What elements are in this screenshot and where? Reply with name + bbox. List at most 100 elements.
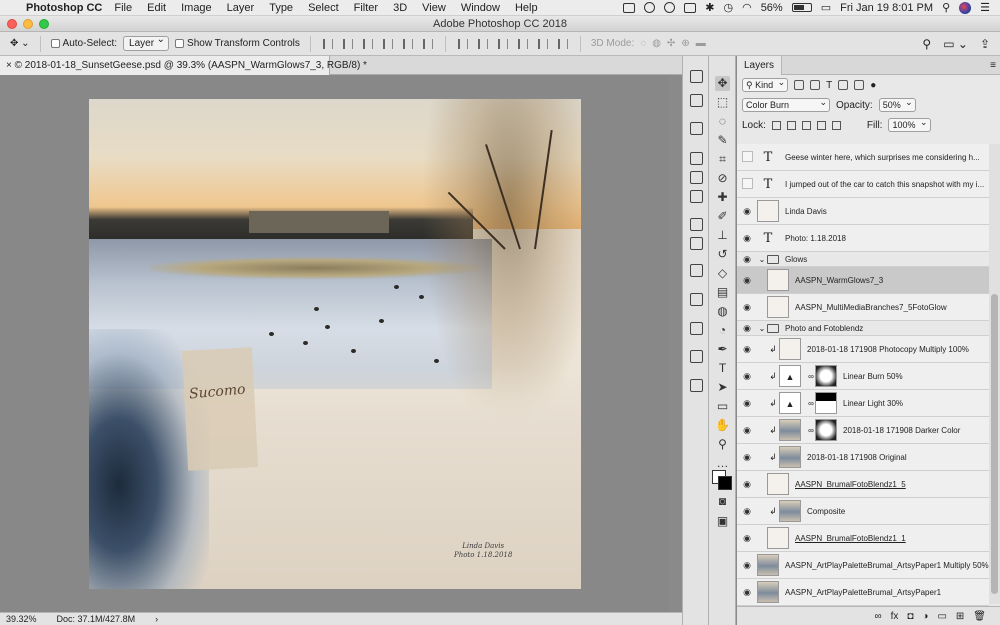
brushes-panel-icon[interactable]	[690, 237, 703, 250]
brush-settings-icon[interactable]	[690, 218, 703, 231]
hand-tool-icon[interactable]: ✋	[715, 418, 730, 433]
quick-select-tool-icon[interactable]: ✎	[715, 133, 730, 148]
menu-app-name[interactable]: Photoshop CC	[26, 2, 102, 14]
eye-icon[interactable]: ◉	[737, 233, 757, 244]
doc-size[interactable]: Doc: 37.1M/427.8M	[57, 613, 136, 625]
menu-image[interactable]: Image	[181, 2, 212, 14]
layer-row[interactable]: ◉ AASPN_ArtPlayPaletteBrumal_ArtsyPaper1…	[737, 552, 989, 579]
eraser-tool-icon[interactable]: ◇	[715, 266, 730, 281]
new-layer-icon[interactable]: ⊞	[956, 611, 964, 622]
add-mask-icon[interactable]: ◘	[907, 611, 913, 622]
eye-icon[interactable]: ◉	[737, 323, 757, 334]
background-color-swatch[interactable]	[718, 476, 732, 490]
document-tab[interactable]: × © 2018-01-18_SunsetGeese.psd @ 39.3% (…	[0, 56, 367, 75]
link-layers-icon[interactable]: ∞	[874, 611, 881, 622]
chevron-down-icon[interactable]: ⌄	[757, 255, 767, 264]
layer-row[interactable]: ◉ T Photo: 1.18.2018	[737, 225, 989, 252]
distribute-hcenter-icon[interactable]	[537, 38, 548, 49]
zoom-level[interactable]: 39.32%	[6, 613, 37, 625]
distribute-bottom-icon[interactable]	[497, 38, 508, 49]
menu-view[interactable]: View	[422, 2, 446, 14]
move-tool-icon[interactable]: ✥	[715, 76, 730, 91]
visibility-toggle[interactable]	[737, 151, 757, 164]
menu-window[interactable]: Window	[461, 2, 500, 14]
gradient-tool-icon[interactable]: ▤	[715, 285, 730, 300]
lasso-tool-icon[interactable]: ◌	[715, 114, 730, 129]
layer-row[interactable]: ◉ AASPN_BrumalFotoBlendz1_5	[737, 471, 989, 498]
layer-row[interactable]: T Geese winter here, which surprises me …	[737, 144, 989, 171]
new-adjustment-icon[interactable]: ◑	[922, 611, 928, 622]
layers-tab[interactable]: Layers	[737, 56, 783, 75]
fx-icon[interactable]: fx	[891, 611, 899, 622]
align-right-icon[interactable]	[422, 38, 433, 49]
minimize-window-button[interactable]	[23, 19, 33, 29]
display-icon[interactable]	[623, 2, 636, 13]
panel-menu-icon[interactable]: ≡	[990, 56, 996, 75]
blur-tool-icon[interactable]: ◍	[715, 304, 730, 319]
close-tab-icon[interactable]: ×	[6, 60, 12, 71]
menu-filter[interactable]: Filter	[354, 2, 378, 14]
filter-kind-dropdown[interactable]: ⚲ Kind	[742, 76, 789, 92]
battery-icon[interactable]	[791, 3, 812, 12]
share-icon[interactable]: ⇪	[980, 37, 990, 51]
brush-tool-icon[interactable]: ✐	[715, 209, 730, 224]
layer-mask-thumbnail[interactable]	[815, 392, 837, 414]
canvas-area[interactable]: Sucomo Linda Davis Photo 1.18.2018	[0, 75, 669, 612]
more-tools-icon[interactable]: …	[715, 456, 730, 471]
paths-panel-icon[interactable]	[690, 350, 703, 363]
filter-smart-object-icon[interactable]	[854, 80, 865, 90]
workspace-icon[interactable]: ▭ ⌄	[943, 37, 968, 51]
eye-icon[interactable]: ◉	[737, 206, 757, 217]
bluetooth-icon[interactable]: ✱	[705, 1, 714, 14]
glyphs-panel-icon[interactable]	[690, 190, 703, 203]
menu-file[interactable]: File	[114, 2, 132, 14]
adjustments-panel-icon[interactable]	[690, 264, 703, 277]
creative-cloud-icon[interactable]	[644, 2, 656, 13]
distribute-vcenter-icon[interactable]	[477, 38, 488, 49]
input-flag-icon[interactable]: ▭	[821, 1, 831, 14]
menu-layer[interactable]: Layer	[227, 2, 255, 14]
spotlight-search-icon[interactable]: ⚲	[942, 1, 950, 14]
close-window-button[interactable]	[7, 19, 17, 29]
user-avatar[interactable]	[959, 1, 972, 14]
new-group-icon[interactable]: ▭	[937, 611, 946, 622]
eye-icon[interactable]: ◉	[737, 479, 757, 490]
search-icon[interactable]: ⚲	[922, 37, 931, 51]
menu-select[interactable]: Select	[308, 2, 339, 14]
lock-image-icon[interactable]	[786, 120, 796, 130]
layer-row[interactable]: ◉ ↲ ▲ ∞ Linear Light 30%	[737, 390, 989, 417]
history-panel-icon[interactable]	[690, 70, 703, 83]
opacity-input[interactable]: 50%	[878, 96, 916, 112]
layer-row[interactable]: ◉ AASPN_MultiMediaBranches7_5FotoGlow	[737, 294, 989, 321]
auto-select-checkbox[interactable]: Auto-Select:	[50, 38, 117, 49]
align-vcenter-icon[interactable]	[342, 38, 353, 49]
eye-icon[interactable]: ◉	[737, 425, 757, 436]
lock-position-icon[interactable]	[801, 120, 811, 130]
eye-icon[interactable]: ◉	[737, 275, 757, 286]
filter-type-icon[interactable]: T	[826, 80, 832, 91]
fullscreen-window-button[interactable]	[39, 19, 49, 29]
filter-toggle-icon[interactable]: ●	[870, 80, 876, 91]
airplay-icon[interactable]	[684, 2, 697, 13]
document-canvas[interactable]: Sucomo Linda Davis Photo 1.18.2018	[89, 99, 581, 589]
pen-tool-icon[interactable]: ✒	[715, 342, 730, 357]
lock-transparent-icon[interactable]	[771, 120, 781, 130]
align-top-icon[interactable]	[322, 38, 333, 49]
layer-mask-thumbnail[interactable]	[815, 365, 837, 387]
filter-shape-icon[interactable]	[838, 80, 849, 90]
actions-panel-icon[interactable]	[690, 122, 703, 135]
menu-edit[interactable]: Edit	[147, 2, 166, 14]
layer-mask-thumbnail[interactable]	[815, 419, 837, 441]
marquee-tool-icon[interactable]: ⬚	[715, 95, 730, 110]
menu-3d[interactable]: 3D	[393, 2, 407, 14]
path-select-tool-icon[interactable]: ➤	[715, 380, 730, 395]
status-arrow-icon[interactable]: ›	[155, 613, 158, 625]
align-hcenter-icon[interactable]	[402, 38, 413, 49]
distribute-right-icon[interactable]	[557, 38, 568, 49]
properties-panel-icon[interactable]	[690, 94, 703, 107]
swatches-panel-icon[interactable]	[690, 322, 703, 335]
layer-row[interactable]: ◉ ↲ 2018-01-18 171908 Original	[737, 444, 989, 471]
layer-row[interactable]: ◉ AASPN_BrumalFotoBlendz1_1	[737, 525, 989, 552]
eye-icon[interactable]: ◉	[737, 452, 757, 463]
fill-input[interactable]: 100%	[888, 116, 931, 132]
